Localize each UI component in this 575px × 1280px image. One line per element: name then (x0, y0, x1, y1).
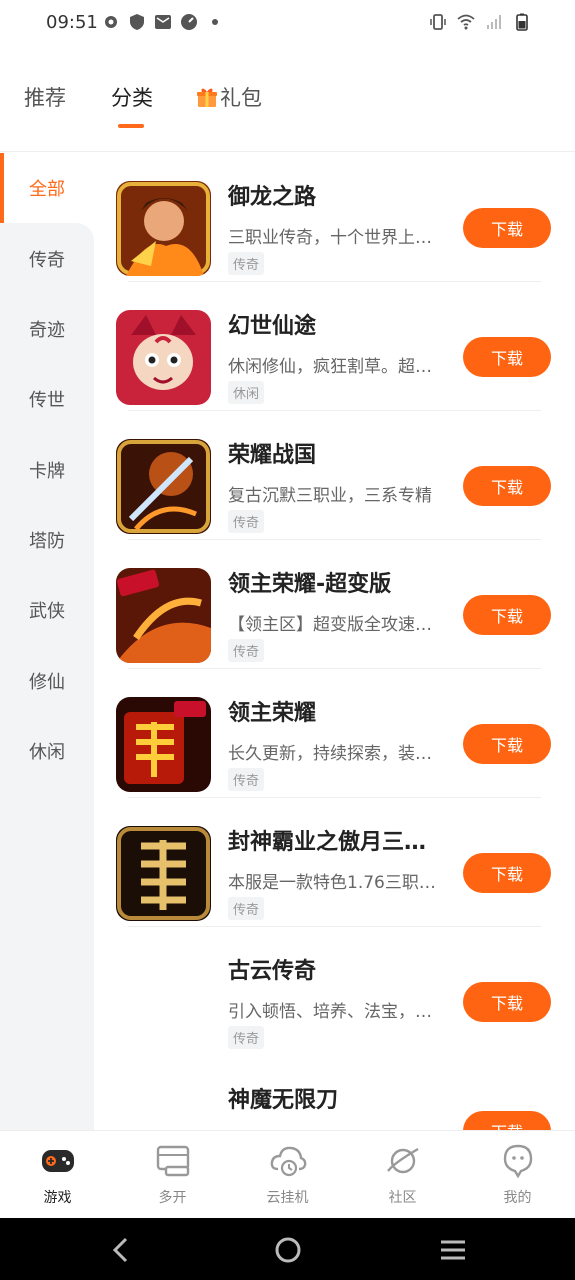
game-name: 御龙之路 (228, 185, 317, 210)
game-icon[interactable] (116, 568, 211, 663)
game-row[interactable]: 领主荣耀-超变版 【领主区】超变版全攻速，超… 传奇 下载 (94, 540, 575, 669)
sidebar-item-wuxia[interactable]: 武侠 (0, 575, 94, 645)
game-tag: 休闲 (228, 381, 265, 404)
game-row[interactable]: 神魔无限刀 下载 (94, 1056, 575, 1130)
sidebar-item-chuanshi[interactable]: 传世 (0, 364, 94, 434)
multi-window-icon (156, 1145, 189, 1177)
signal-icon (487, 15, 501, 29)
nav-label: 游戏 (43, 1190, 72, 1206)
tab-label: 推荐 (24, 86, 66, 110)
dot-icon (212, 19, 218, 25)
game-row[interactable]: 御龙之路 三职业传奇，十个世界上… 传奇 下载 (94, 153, 575, 282)
category-sidebar: 全部 传奇 奇迹 传世 卡牌 塔防 武侠 修仙 休闲 (0, 153, 94, 1130)
game-tag: 传奇 (228, 897, 265, 920)
tab-category[interactable]: 分类 (111, 82, 153, 112)
bottom-navigation: 游戏 多开 云挂机 社区 我的 (0, 1130, 575, 1218)
system-navigation-bar (0, 1218, 575, 1280)
nav-community[interactable]: 社区 (345, 1131, 460, 1219)
game-description: 引入顿悟、培养、法宝，… (228, 1002, 432, 1022)
nav-cloud-idle[interactable]: 云挂机 (230, 1131, 345, 1219)
shield-icon (130, 14, 144, 30)
game-row[interactable]: 封神霸业之傲月三… 本服是一款特色1.76三职… 传奇 下载 (94, 798, 575, 927)
home-icon[interactable] (272, 1234, 304, 1266)
game-tag: 传奇 (228, 510, 265, 533)
battery-icon (516, 13, 528, 31)
game-icon[interactable] (116, 181, 211, 276)
game-description: 复古沉默三职业，三系专精 (228, 486, 432, 506)
nav-label: 社区 (388, 1190, 417, 1206)
game-name: 领主荣耀 (228, 701, 317, 726)
tab-gift[interactable]: 礼包 (196, 82, 262, 112)
game-icon[interactable] (116, 697, 211, 792)
game-icon[interactable] (116, 439, 211, 534)
game-description: 本服是一款特色1.76三职… (228, 873, 436, 893)
nav-label: 云挂机 (266, 1190, 309, 1206)
game-description: 休闲修仙，疯狂割草。超… (228, 357, 432, 377)
download-button[interactable]: 下载 (463, 208, 551, 248)
game-row[interactable]: 古云传奇 引入顿悟、培养、法宝，… 传奇 下载 (94, 927, 575, 1056)
sidebar-item-legend[interactable]: 传奇 (0, 224, 94, 294)
download-button[interactable]: 下载 (463, 595, 551, 635)
status-time: 09:51 (46, 12, 98, 33)
download-button[interactable]: 下载 (463, 466, 551, 506)
top-tab-bar: 推荐 分类 礼包 (0, 60, 575, 152)
download-button[interactable]: 下载 (463, 982, 551, 1022)
tab-label: 礼包 (220, 86, 262, 110)
nav-multi-open[interactable]: 多开 (115, 1131, 230, 1219)
game-name: 荣耀战国 (228, 443, 317, 468)
game-description: 【领主区】超变版全攻速，超… (228, 615, 448, 635)
back-icon[interactable] (106, 1234, 138, 1266)
game-name: 幻世仙途 (228, 314, 317, 339)
game-name: 领主荣耀-超变版 (228, 572, 392, 597)
vibrate-icon (430, 14, 446, 30)
game-icon[interactable] (116, 310, 211, 405)
download-button[interactable]: 下载 (463, 1111, 551, 1130)
menu-icon[interactable] (437, 1234, 469, 1266)
game-description: 三职业传奇，十个世界上… (228, 228, 432, 248)
nav-label: 多开 (158, 1190, 187, 1206)
sidebar-item-casual[interactable]: 休闲 (0, 716, 94, 786)
speed-icon (181, 14, 197, 30)
game-name: 封神霸业之傲月三… (228, 830, 427, 855)
nav-games[interactable]: 游戏 (0, 1131, 115, 1219)
game-row[interactable]: 领主荣耀 长久更新，持续探索，装… 传奇 下载 (94, 669, 575, 798)
gamepad-icon (41, 1150, 74, 1172)
download-button[interactable]: 下载 (463, 853, 551, 893)
nav-profile[interactable]: 我的 (460, 1131, 575, 1219)
sidebar-item-cultivation[interactable]: 修仙 (0, 646, 94, 716)
game-tag: 传奇 (228, 252, 265, 275)
profile-icon (503, 1144, 532, 1179)
game-name: 神魔无限刀 (228, 1088, 339, 1113)
game-list: 御龙之路 三职业传奇，十个世界上… 传奇 下载 幻世仙途 休闲修仙，疯狂割草。超… (94, 153, 575, 1130)
tab-recommend[interactable]: 推荐 (24, 82, 66, 112)
gift-icon (197, 88, 217, 107)
cloud-clock-icon (270, 1146, 306, 1177)
game-row[interactable]: 荣耀战国 复古沉默三职业，三系专精 传奇 下载 (94, 411, 575, 540)
download-button[interactable]: 下载 (463, 337, 551, 377)
planet-icon (386, 1147, 419, 1174)
nav-label: 我的 (503, 1190, 532, 1206)
sidebar-item-all[interactable]: 全部 (0, 153, 94, 223)
game-tag: 传奇 (228, 768, 265, 791)
wifi-icon (457, 14, 475, 30)
sidebar-item-tower-defense[interactable]: 塔防 (0, 505, 94, 575)
game-description: 长久更新，持续探索，装… (228, 744, 432, 764)
game-tag: 传奇 (228, 1026, 265, 1049)
tab-active-indicator (118, 124, 144, 128)
sidebar-item-card[interactable]: 卡牌 (0, 435, 94, 505)
tab-label: 分类 (111, 86, 153, 110)
game-name: 古云传奇 (228, 959, 317, 984)
download-button[interactable]: 下载 (463, 724, 551, 764)
game-icon[interactable] (116, 826, 211, 921)
status-bar: 09:51 (0, 0, 575, 48)
mail-icon (155, 15, 171, 29)
sidebar-item-miracle[interactable]: 奇迹 (0, 294, 94, 364)
game-row[interactable]: 幻世仙途 休闲修仙，疯狂割草。超… 休闲 下载 (94, 282, 575, 411)
gear-icon (105, 16, 117, 28)
game-tag: 传奇 (228, 639, 265, 662)
